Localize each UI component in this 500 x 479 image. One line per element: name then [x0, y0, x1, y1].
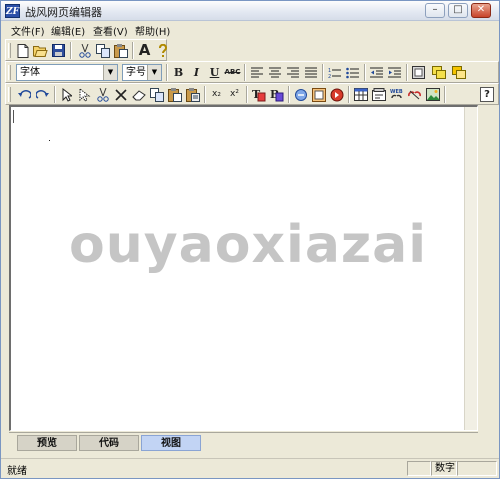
outdent-icon[interactable]	[368, 64, 385, 81]
toolbar-separator	[54, 86, 56, 103]
standard-toolbar: A	[5, 39, 167, 61]
paste-clipboard-icon[interactable]	[166, 86, 183, 103]
superscript-button[interactable]: x²	[226, 86, 243, 103]
bold-button[interactable]: B	[170, 64, 187, 81]
maximize-button[interactable]: □	[448, 3, 468, 18]
chevron-down-icon[interactable]: ▼	[147, 65, 161, 80]
select-pointer-icon[interactable]	[58, 86, 75, 103]
delete-x-icon[interactable]	[112, 86, 129, 103]
italic-button[interactable]: I	[188, 64, 205, 81]
unlink-icon[interactable]	[406, 86, 423, 103]
insert-link-icon[interactable]	[292, 86, 309, 103]
toolbar-separator	[322, 64, 324, 81]
status-panel-empty	[457, 461, 497, 476]
title-bar: ZF 战风网页编辑器 – □ ✕	[1, 1, 499, 21]
open-folder-icon[interactable]	[32, 42, 49, 59]
insert-object-icon[interactable]	[310, 86, 327, 103]
toolbar-separator	[348, 86, 350, 103]
app-logo-icon: ZF	[5, 4, 20, 18]
copy-icon[interactable]	[148, 86, 165, 103]
watermark-text: ouyaoxiazai	[69, 215, 428, 275]
menu-view[interactable]: 查看(V)	[93, 23, 128, 38]
tab-design[interactable]: 视图	[141, 435, 201, 451]
align-left-icon[interactable]	[248, 64, 265, 81]
toolbar-separator	[244, 64, 246, 81]
subscript-button[interactable]: x₂	[208, 86, 225, 103]
vertical-scrollbar[interactable]	[464, 107, 477, 430]
menu-help[interactable]: 帮助(H)	[135, 23, 170, 38]
toolbar-separator	[166, 64, 168, 81]
insert-web-link-icon[interactable]: WEB	[388, 86, 405, 103]
status-panel-empty	[407, 461, 431, 476]
cut-scissors-icon[interactable]	[94, 86, 111, 103]
editor-dot	[49, 140, 50, 141]
underline-button[interactable]: U	[206, 64, 223, 81]
tab-preview[interactable]: 预览	[17, 435, 77, 451]
font-family-select[interactable]: 字体 ▼	[16, 64, 118, 81]
strikethrough-button[interactable]: ABC	[224, 64, 241, 81]
highlight-color-icon[interactable]	[430, 64, 447, 81]
font-dialog-icon[interactable]: A	[136, 42, 153, 59]
svg-text:2: 2	[328, 74, 331, 79]
save-disk-icon[interactable]	[50, 42, 67, 59]
toolbar-separator	[70, 42, 72, 59]
toolbar-grip[interactable]	[8, 87, 11, 102]
svg-text:WEB: WEB	[390, 89, 403, 95]
align-center-icon[interactable]	[266, 64, 283, 81]
view-tabs: 预览 代码 视图	[9, 432, 478, 452]
bullet-list-icon[interactable]	[344, 64, 361, 81]
insert-form-icon[interactable]	[370, 86, 387, 103]
toolbar-separator	[204, 86, 206, 103]
new-file-icon[interactable]	[14, 42, 31, 59]
font-size-value: 字号	[126, 67, 146, 78]
toolbar-separator	[406, 64, 408, 81]
back-color-icon[interactable]: B	[268, 86, 285, 103]
status-text: 就绪	[7, 466, 27, 477]
tab-code[interactable]: 代码	[79, 435, 139, 451]
font-size-select[interactable]: 字号 ▼	[122, 64, 162, 81]
insert-image-icon[interactable]	[424, 86, 441, 103]
menu-edit[interactable]: 编辑(E)	[51, 23, 85, 38]
toolbar-separator	[246, 86, 248, 103]
font-family-value: 字体	[20, 67, 40, 78]
paste-clipboard-icon[interactable]	[112, 42, 129, 59]
toolbar-grip[interactable]	[8, 43, 11, 58]
undo-icon[interactable]	[16, 86, 33, 103]
chevron-down-icon[interactable]: ▼	[103, 65, 117, 80]
insert-table-icon[interactable]	[352, 86, 369, 103]
menu-file[interactable]: 文件(F)	[11, 23, 45, 38]
text-color-icon[interactable]: T	[250, 86, 267, 103]
paste-special-icon[interactable]	[184, 86, 201, 103]
insert-flash-icon[interactable]	[328, 86, 345, 103]
toolbar-separator	[444, 86, 446, 103]
help-hint-icon[interactable]	[154, 42, 171, 59]
minimize-button[interactable]: –	[425, 3, 445, 18]
indent-icon[interactable]	[386, 64, 403, 81]
frame-box-icon[interactable]	[410, 64, 427, 81]
copy-icon[interactable]	[94, 42, 111, 59]
align-justify-icon[interactable]	[302, 64, 319, 81]
redo-icon[interactable]	[34, 86, 51, 103]
close-button[interactable]: ✕	[471, 3, 491, 18]
help-question-button[interactable]: ?	[480, 87, 494, 102]
status-bar: 就绪 数字	[1, 458, 499, 478]
toolbar-separator	[364, 64, 366, 81]
background-color-icon[interactable]	[450, 64, 467, 81]
select-area-pointer-icon[interactable]	[76, 86, 93, 103]
numlock-indicator: 数字	[431, 461, 457, 476]
editor-area[interactable]: ouyaoxiazai	[9, 105, 478, 431]
window-title: 战风网页编辑器	[25, 6, 102, 19]
align-right-icon[interactable]	[284, 64, 301, 81]
numbered-list-icon[interactable]: 12	[326, 64, 343, 81]
format-toolbar: 字体 ▼ 字号 ▼ B I U ABC 12	[5, 61, 499, 83]
cut-scissors-icon[interactable]	[76, 42, 93, 59]
toolbar-grip[interactable]	[8, 65, 11, 80]
text-caret	[13, 110, 14, 123]
insert-toolbar: x₂ x² T B WEB ?	[5, 83, 499, 105]
menu-bar: 文件(F) 编辑(E) 查看(V) 帮助(H)	[1, 22, 499, 38]
eraser-icon[interactable]	[130, 86, 147, 103]
toolbar-separator	[288, 86, 290, 103]
toolbar-separator	[132, 42, 134, 59]
editor-window: ZF 战风网页编辑器 – □ ✕ 文件(F) 编辑(E) 查看(V) 帮助(H)	[0, 0, 500, 479]
